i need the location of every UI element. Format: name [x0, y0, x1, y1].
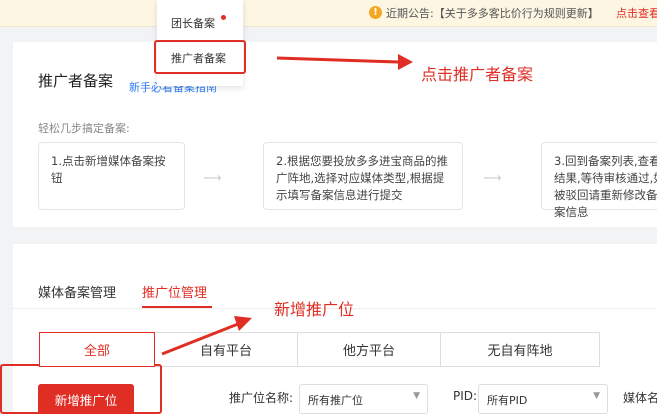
position-name-select[interactable]: 所有推广位 ▼	[299, 384, 428, 414]
segment-all[interactable]: 全部	[39, 332, 155, 367]
page-title: 推广者备案	[38, 72, 114, 90]
tab-promo-position[interactable]: 推广位管理	[142, 282, 207, 301]
position-name-select-value: 所有推广位	[308, 394, 363, 407]
new-dot-icon	[221, 15, 226, 20]
step-card-2: 2.根据您要投放多多进宝商品的推广阵地,选择对应媒体类型,根据提示填写备案信息进…	[263, 142, 463, 210]
annotation-add-position: 新增推广位	[274, 300, 355, 319]
steps-hint: 轻松几步搞定备案:	[38, 122, 130, 135]
highlight-box-promoter	[154, 40, 246, 74]
notice-text: 近期公告:【关于多多客比价行为规则更新】	[386, 7, 599, 20]
highlight-box-add-button	[0, 364, 162, 414]
arrow-right-icon: ⟶	[203, 171, 222, 186]
dropdown-item-leader-record[interactable]: 团长备案	[171, 15, 215, 31]
arrow-right-icon: ⟶	[483, 171, 502, 186]
segment-third-platform[interactable]: 他方平台	[297, 332, 441, 367]
step-card-3: 3.回到备案列表,查看结果,等待审核通过,如被驳回请重新修改备案信息	[541, 142, 657, 219]
pid-select-value: 所有PID	[487, 394, 528, 407]
pid-select[interactable]: 所有PID ▼	[478, 384, 608, 414]
segment-no-own-position[interactable]: 无自有阵地	[440, 332, 600, 367]
step-card-1: 1.点击新增媒体备案按钮	[38, 142, 185, 210]
filter-label-pid: PID:	[453, 389, 478, 403]
info-icon: !	[369, 6, 382, 19]
record-card: 推广者备案 新手必看备案指南 轻松几步搞定备案: 1.点击新增媒体备案按钮 ⟶ …	[13, 42, 657, 227]
tab-media-record[interactable]: 媒体备案管理	[38, 282, 116, 301]
notice-bar: ! 近期公告:【关于多多客比价行为规则更新】 点击查看	[0, 0, 657, 27]
segment-own-platform[interactable]: 自有平台	[154, 332, 298, 367]
notice-link[interactable]: 点击查看	[616, 5, 657, 21]
annotation-click-promoter: 点击推广者备案	[421, 65, 534, 84]
filter-label-media-name: 媒体名称	[623, 391, 657, 405]
filter-label-position-name: 推广位名称:	[229, 391, 294, 405]
